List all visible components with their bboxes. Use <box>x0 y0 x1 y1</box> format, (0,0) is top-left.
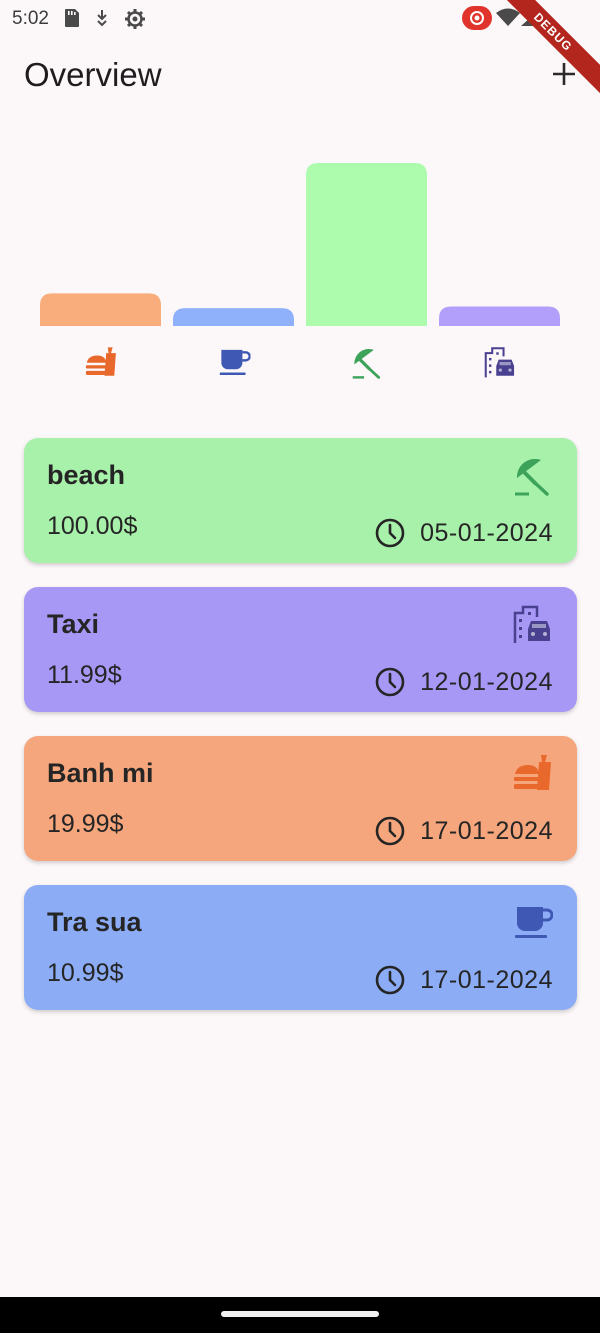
expense-amount: 11.99$ <box>47 661 122 689</box>
status-bar: 5:02 DEBUG <box>0 0 600 100</box>
expense-date-row: 17-01-2024 <box>374 814 553 848</box>
expense-title: Taxi <box>47 609 100 639</box>
chart-svg <box>40 163 560 379</box>
system-nav-bar <box>0 1297 600 1333</box>
umbrella-icon <box>352 349 381 379</box>
expense-date: 05-01-2024 <box>420 518 553 547</box>
sd-card-icon <box>65 9 79 27</box>
chart-bar-travel <box>306 163 427 326</box>
umbrella-icon <box>511 454 553 496</box>
app-bar: Overview <box>0 48 600 108</box>
chart-bar-transport <box>439 306 560 326</box>
plus-icon[interactable] <box>548 58 580 90</box>
expense-card[interactable]: Banh mi 19.99$ 17-01-2024 <box>24 736 577 861</box>
expense-date: 17-01-2024 <box>420 816 553 845</box>
screen-record-icon <box>462 6 492 30</box>
expense-title: Tra sua <box>47 907 142 937</box>
expense-date-row: 17-01-2024 <box>374 963 553 997</box>
expense-title: beach <box>47 460 126 490</box>
clock-icon <box>375 667 405 697</box>
chart-bar-food <box>40 293 161 326</box>
expense-card[interactable]: Taxi 11.99$ 12-01-2024 <box>24 587 577 712</box>
clock-icon <box>375 518 405 548</box>
expense-chart <box>0 130 600 400</box>
expense-amount: 10.99$ <box>47 959 124 987</box>
page-title: Overview <box>24 56 162 93</box>
status-time: 5:02 <box>12 8 49 29</box>
expense-date: 17-01-2024 <box>420 965 553 994</box>
expense-date: 12-01-2024 <box>420 667 553 696</box>
fastfood-icon <box>511 752 553 794</box>
expense-date-row: 05-01-2024 <box>374 516 553 550</box>
expense-list: beach 100.00$ 05-01-2024 Taxi 11.99$ 12-01-20… <box>24 438 577 1034</box>
car-city-icon <box>511 603 553 645</box>
expense-amount: 19.99$ <box>47 810 124 838</box>
expense-amount: 100.00$ <box>47 512 138 540</box>
settings-gear-icon <box>125 9 145 29</box>
expense-card[interactable]: beach 100.00$ 05-01-2024 <box>24 438 577 563</box>
expense-title: Banh mi <box>47 758 154 788</box>
expense-date-row: 12-01-2024 <box>374 665 553 699</box>
car-city-icon <box>484 347 515 378</box>
wifi-icon <box>496 8 520 26</box>
cup-icon <box>511 901 554 943</box>
chart-bar-drink <box>173 308 294 326</box>
clock-icon <box>375 816 405 846</box>
cup-icon <box>219 349 251 375</box>
clock-icon <box>375 965 405 995</box>
fastfood-icon <box>85 347 116 376</box>
download-arrows-icon <box>97 10 107 27</box>
home-indicator[interactable] <box>221 1311 379 1317</box>
expense-card[interactable]: Tra sua 10.99$ 17-01-2024 <box>24 885 577 1010</box>
